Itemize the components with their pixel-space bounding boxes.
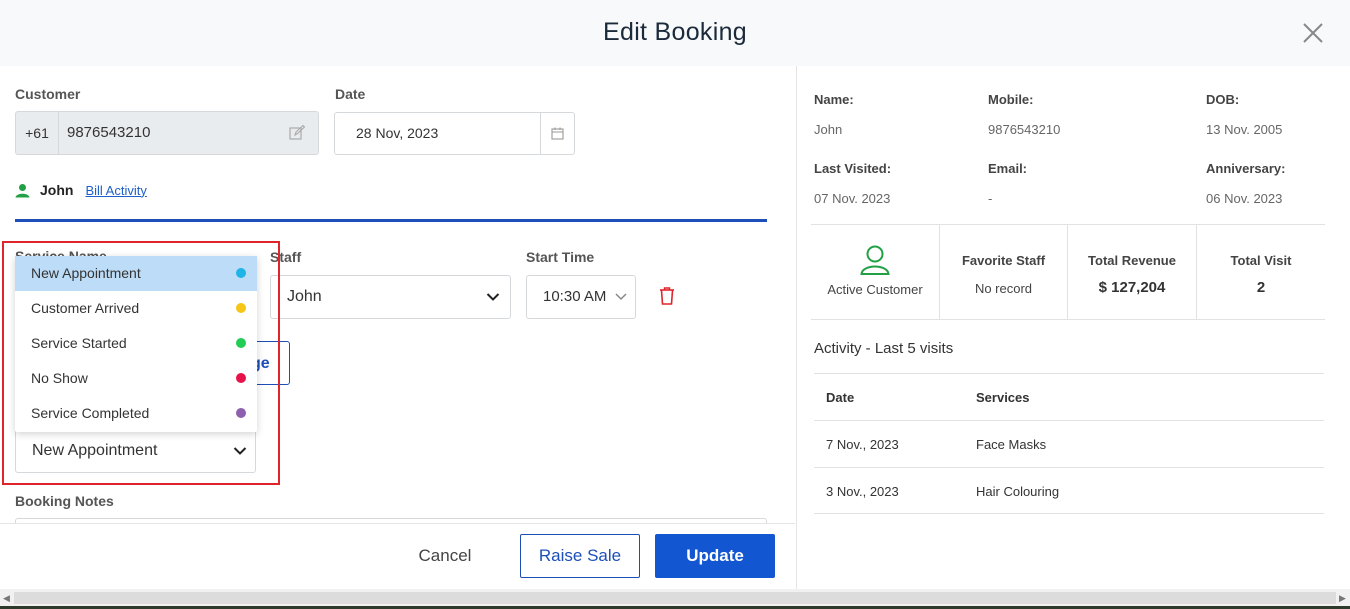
modal-title: Edit Booking [603, 18, 747, 46]
table-row: 3 Nov., 2023 Hair Colouring [814, 467, 1324, 514]
cancel-button[interactable]: Cancel [400, 534, 490, 578]
activity-title: Activity - Last 5 visits [814, 340, 954, 357]
active-customer-label: Active Customer [827, 282, 923, 297]
email-value: - [988, 191, 993, 206]
date-label: Date [335, 86, 366, 102]
start-time-select[interactable]: 10:30 AM [526, 275, 636, 319]
row-date: 3 Nov., 2023 [826, 484, 899, 499]
last-visited-label: Last Visited: [814, 161, 892, 176]
chevron-down-icon [615, 293, 627, 301]
anniversary-label: Anniversary: [1206, 161, 1286, 176]
customer-stats: Active Customer Favorite Staff No record… [811, 224, 1325, 320]
customer-info-panel: Name: John Mobile: 9876543210 DOB: 13 No… [796, 66, 1350, 589]
staff-value: John [287, 288, 322, 305]
email-label: Email: [988, 161, 1028, 176]
row-service: Hair Colouring [976, 484, 1060, 499]
phone-country-code: +61 [16, 112, 59, 154]
edit-icon[interactable] [289, 125, 305, 141]
modal-footer: Cancel Raise Sale Update [0, 523, 795, 589]
stat-favorite-staff: Favorite Staff No record [940, 225, 1068, 319]
date-value: 28 Nov, 2023 [356, 125, 439, 141]
scroll-left-icon[interactable]: ◀ [3, 593, 10, 604]
favorite-staff-value: No record [974, 281, 1033, 296]
bill-activity-link[interactable]: Bill Activity [85, 183, 146, 198]
update-button[interactable]: Update [655, 534, 775, 578]
row-service: Face Masks [976, 437, 1047, 452]
dob-label: DOB: [1206, 92, 1240, 107]
user-outline-icon [860, 245, 890, 275]
customer-phone-field: +61 9876543210 [15, 111, 319, 155]
chevron-down-icon [486, 293, 500, 301]
customer-label: Customer [15, 86, 81, 102]
stat-active-customer: Active Customer [811, 225, 940, 319]
modal-header: Edit Booking [0, 0, 1350, 66]
highlight-box [2, 241, 280, 485]
anniversary-value: 06 Nov. 2023 [1206, 191, 1283, 206]
total-revenue-value: $ 127,204 [1098, 279, 1166, 296]
staff-select[interactable]: John [270, 275, 511, 319]
stat-total-revenue: Total Revenue $ 127,204 [1068, 225, 1197, 319]
name-value: John [814, 122, 843, 137]
section-divider [15, 219, 767, 222]
stat-total-visit: Total Visit 2 [1197, 225, 1325, 319]
user-icon [15, 183, 30, 197]
date-field[interactable]: 28 Nov, 2023 [334, 112, 575, 155]
scroll-right-icon[interactable]: ▶ [1339, 593, 1346, 604]
name-label: Name: [814, 92, 854, 107]
total-visit-value: 2 [1256, 279, 1266, 296]
mobile-value: 9876543210 [988, 122, 1061, 137]
start-time-label: Start Time [526, 249, 595, 265]
col-date-header: Date [826, 390, 855, 405]
row-date: 7 Nov., 2023 [826, 437, 899, 452]
raise-sale-button[interactable]: Raise Sale [520, 534, 640, 578]
total-revenue-label: Total Revenue [1088, 253, 1176, 268]
calendar-icon[interactable] [540, 113, 574, 154]
trash-icon[interactable] [657, 286, 677, 306]
start-time-value: 10:30 AM [543, 288, 607, 305]
customer-name: John [40, 182, 74, 198]
scrollbar-thumb[interactable] [14, 592, 1336, 604]
dob-value: 13 Nov. 2005 [1206, 122, 1283, 137]
mobile-label: Mobile: [988, 92, 1034, 107]
customer-row: John Bill Activity [15, 180, 147, 200]
favorite-staff-label: Favorite Staff [961, 253, 1046, 268]
table-row: 7 Nov., 2023 Face Masks [814, 420, 1324, 467]
col-services-header: Services [976, 390, 1030, 405]
booking-notes-label: Booking Notes [15, 493, 114, 509]
total-visit-label: Total Visit [1230, 253, 1292, 268]
booking-form: Customer +61 9876543210 Date 28 Nov, 202… [0, 66, 795, 589]
close-icon[interactable] [1302, 22, 1324, 44]
activity-header-row: Date Services [814, 373, 1324, 420]
phone-number: 9876543210 [67, 124, 151, 141]
last-visited-value: 07 Nov. 2023 [814, 191, 891, 206]
